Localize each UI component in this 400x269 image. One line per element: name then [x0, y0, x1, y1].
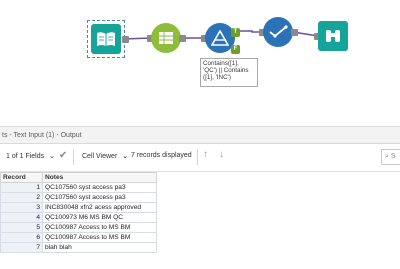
table-row[interactable]: 4 QC100973 M6 MS BM QC	[0, 212, 157, 223]
table-row[interactable]: 5 QC100987 Access to MS BM	[0, 222, 157, 233]
results-toolbar: 1 of 1 Fields ⌄ ✔ Cell Viewer ⌄ 7 record…	[0, 144, 400, 172]
table-row[interactable]: 3 INC830048 xfn2 acess approved	[0, 202, 157, 213]
table-row[interactable]: 6 QC100987 Access to MS BM	[0, 232, 157, 243]
fields-label: 1 of 1 Fields	[6, 153, 45, 160]
record-cell[interactable]: 5	[0, 222, 43, 233]
notes-cell[interactable]: QC107560 syst access pa3	[42, 192, 157, 203]
notes-cell[interactable]: INC830048 xfn2 acess approved	[42, 202, 157, 213]
table-row[interactable]: 2 QC107560 syst access pa3	[0, 192, 157, 203]
cell-viewer-label: Cell Viewer	[82, 153, 118, 160]
toolbar-divider	[73, 150, 74, 165]
column-header-record[interactable]: Record	[0, 172, 43, 183]
notes-cell[interactable]: QC100973 M6 MS BM QC	[42, 212, 157, 223]
column-header-notes[interactable]: Notes	[42, 172, 157, 183]
grid-header-row: Record Notes	[0, 172, 157, 183]
chevron-down-icon: ⌄	[49, 153, 55, 160]
toolbar-divider	[197, 150, 198, 165]
text-input-tool[interactable]	[91, 24, 121, 54]
binoculars-icon	[326, 30, 340, 42]
select-columns-icon	[159, 32, 173, 44]
notes-cell[interactable]: QC100987 Access to MS BM	[42, 222, 157, 233]
cell-viewer-dropdown[interactable]: Cell Viewer ⌄	[82, 152, 128, 160]
notes-cell[interactable]: blah blah	[42, 242, 157, 253]
filter-false-anchor[interactable]: F	[231, 45, 240, 54]
arrow-up-icon[interactable]: ↑	[203, 149, 208, 160]
join-icon	[269, 25, 288, 38]
book-icon	[97, 32, 115, 46]
input-output-anchor[interactable]	[122, 36, 129, 43]
workflow-canvas[interactable]: T F Contains([1], 'QC') || Contains ([1]…	[0, 0, 400, 126]
record-cell[interactable]: 3	[0, 202, 43, 213]
browse-tool[interactable]	[318, 21, 348, 51]
records-displayed: 7 records displayed	[131, 152, 192, 159]
filter-annotation: Contains([1], 'QC') || Contains ([1], 'I…	[200, 58, 258, 87]
record-cell[interactable]: 1	[0, 182, 43, 193]
fields-selector[interactable]: 1 of 1 Fields ⌄	[6, 152, 55, 160]
chevron-down-icon: ⌄	[122, 153, 129, 160]
notes-cell[interactable]: QC100987 Access to MS BM	[42, 232, 157, 243]
search-input[interactable]: ⌕ S	[381, 149, 400, 165]
filter-icon	[211, 30, 229, 46]
select-output-anchor[interactable]	[179, 35, 186, 42]
search-icon: ⌕	[385, 153, 389, 160]
results-grid[interactable]: Record Notes 1 QC107560 syst access pa3 2…	[0, 172, 157, 253]
join-tool[interactable]	[263, 17, 293, 47]
select-tool[interactable]	[151, 23, 181, 53]
arrow-down-icon[interactable]: ↓	[219, 149, 224, 160]
results-window-title: ts - Text Input (1) - Output	[0, 126, 400, 144]
checkmark-icon[interactable]: ✔	[59, 150, 67, 161]
record-cell[interactable]: 7	[0, 242, 43, 253]
record-cell[interactable]: 2	[0, 192, 43, 203]
table-row[interactable]: 7 blah blah	[0, 242, 157, 253]
table-row[interactable]: 1 QC107560 syst access pa3	[0, 182, 157, 193]
search-placeholder: S	[390, 153, 396, 160]
notes-cell[interactable]: QC107560 syst access pa3	[42, 182, 157, 193]
record-cell[interactable]: 6	[0, 232, 43, 243]
record-cell[interactable]: 4	[0, 212, 43, 223]
join-output-anchor[interactable]	[291, 29, 298, 36]
filter-true-anchor[interactable]: T	[231, 28, 240, 37]
